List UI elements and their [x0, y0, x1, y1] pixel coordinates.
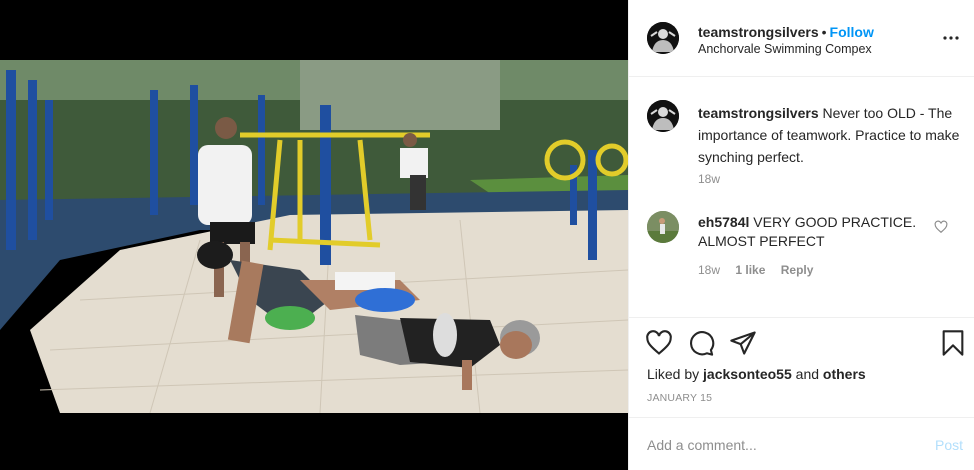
- caption-text-block: teamstrongsilvers Never too OLD - The im…: [698, 102, 960, 168]
- header-username[interactable]: teamstrongsilvers: [698, 24, 819, 40]
- comment-timestamp[interactable]: 18w: [698, 263, 720, 277]
- comment-icon[interactable]: [687, 329, 715, 357]
- reply-button[interactable]: Reply: [781, 263, 814, 277]
- liked-by-prefix: Liked by: [647, 366, 700, 382]
- post-actions: Liked by jacksonteo55 and others JANUARY…: [629, 317, 974, 417]
- commenter-avatar[interactable]: [647, 211, 679, 243]
- bookmark-icon[interactable]: [939, 329, 967, 357]
- liked-by-and: and: [795, 366, 820, 382]
- post-details-panel: teamstrongsilvers • Follow Anchorvale Swim…: [628, 0, 974, 470]
- caption-timestamp[interactable]: 18w: [698, 172, 720, 186]
- liked-by-user[interactable]: jacksonteo55: [703, 366, 792, 382]
- share-icon[interactable]: [729, 329, 757, 357]
- comment-input[interactable]: Add a comment...: [647, 437, 757, 453]
- header-user-line: teamstrongsilvers • Follow: [698, 24, 874, 40]
- more-options-icon[interactable]: [941, 28, 961, 48]
- comment-username[interactable]: eh5784l: [698, 214, 749, 230]
- caption-username[interactable]: teamstrongsilvers: [698, 105, 819, 121]
- add-comment-bar: Add a comment... Post: [629, 417, 974, 470]
- caption-avatar[interactable]: [647, 100, 679, 132]
- comment-like-icon[interactable]: [934, 220, 948, 234]
- avatar[interactable]: [647, 22, 679, 54]
- comment-text-block: eh5784l VERY GOOD PRACTICE. ALMOST PERFE…: [698, 213, 930, 251]
- separator-dot: •: [821, 24, 827, 40]
- liked-by: Liked by jacksonteo55 and others: [647, 366, 866, 382]
- comment-likes-count[interactable]: 1 like: [735, 263, 765, 277]
- post-date[interactable]: JANUARY 15: [647, 392, 712, 404]
- post-header: teamstrongsilvers • Follow Anchorvale Swim…: [629, 0, 974, 77]
- post-media[interactable]: [0, 0, 628, 470]
- post-button[interactable]: Post: [935, 437, 963, 453]
- heart-icon[interactable]: [645, 329, 673, 357]
- comment-meta: 18w 1 like Reply: [698, 263, 825, 277]
- post-photo: [0, 0, 628, 470]
- follow-button[interactable]: Follow: [830, 24, 874, 40]
- location-link[interactable]: Anchorvale Swimming Compex: [698, 42, 872, 56]
- liked-by-others[interactable]: others: [823, 366, 866, 382]
